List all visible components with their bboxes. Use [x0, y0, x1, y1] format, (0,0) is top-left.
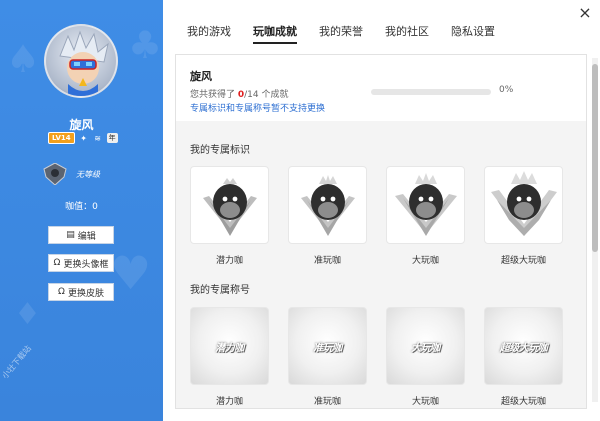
wifi-icon: ≋ [94, 133, 101, 143]
change-skin-label: 更换皮肤 [67, 288, 104, 299]
year-badge: 年 [106, 133, 118, 143]
headset-icon: Ω [58, 287, 65, 297]
rank-row: 无等级 [42, 163, 100, 185]
title-image: 大玩咖 [386, 307, 465, 385]
main-area: 我的游戏 玩咖成就 我的荣誉 我的社区 隐私设置 × 旋风 您共获得了 0/14… [163, 0, 600, 421]
title-image: 潜力咖 [190, 307, 269, 385]
title-label: 潜力咖 [215, 397, 243, 407]
tab-privacy[interactable]: 隐私设置 [440, 24, 506, 46]
edit-button[interactable]: ▤ 编辑 [48, 226, 114, 244]
badge-tile[interactable]: 潜力咖 [190, 166, 269, 266]
penguin-badge-icon [202, 178, 257, 236]
tab-honors[interactable]: 我的荣誉 [308, 24, 374, 46]
change-skin-button[interactable]: Ω 更换皮肤 [48, 283, 114, 301]
summary-username: 旋风 [190, 70, 212, 83]
edit-icon: ▤ [66, 230, 75, 240]
user-badges: LV14 ✦ ≋ 年 [48, 132, 118, 144]
penguin-badge-icon [300, 175, 355, 236]
tab-bar: 我的游戏 玩咖成就 我的荣誉 我的社区 隐私设置 [163, 24, 506, 46]
count-suffix: /14 个成就 [244, 90, 289, 100]
count-prefix: 您共获得了 [190, 90, 238, 100]
close-icon[interactable]: × [578, 5, 592, 21]
title-label: 超级大玩咖 [500, 397, 546, 407]
rank-text: 无等级 [76, 169, 100, 179]
vip-star-icon: ✦ [80, 133, 87, 143]
badge-image [190, 166, 269, 244]
section-title-titles: 我的专属称号 [190, 285, 250, 296]
section-title-badges: 我的专属标识 [190, 145, 250, 156]
penguin-badge-icon [394, 173, 457, 236]
achievement-summary: 旋风 您共获得了 0/14 个成就 专属标识和专属称号暂不支持更换 0% [176, 55, 586, 121]
summary-note: 专属标识和专属称号暂不支持更换 [190, 104, 326, 114]
profile-sidebar: ♠ ♣ ♥ ♦ 旋风 LV14 ✦ ≋ 年 无等级 咖值：0 ▤ 编辑 Ω 更换… [0, 0, 163, 421]
decor-heart-icon: ♥ [110, 246, 152, 300]
title-image: 准玩咖 [288, 307, 367, 385]
badge-label: 大玩咖 [411, 256, 439, 266]
badge-tile[interactable]: 超级大玩咖 [484, 166, 563, 266]
penguin-badge-icon [490, 171, 557, 236]
watermark: 小壮下载站 [0, 343, 33, 381]
username: 旋风 [69, 118, 94, 132]
title-badge-text: 潜力咖 [215, 342, 244, 354]
tab-community[interactable]: 我的社区 [374, 24, 440, 46]
scrollbar[interactable] [592, 58, 598, 402]
headset-icon: Ω [53, 258, 61, 268]
tab-achievements[interactable]: 玩咖成就 [242, 24, 308, 46]
achievement-progress-bar [371, 89, 491, 95]
scrollbar-thumb[interactable] [592, 64, 598, 252]
title-image: 超级大玩咖 [484, 307, 563, 385]
avatar-character-icon [59, 30, 109, 96]
change-avatar-frame-button[interactable]: Ω 更换头像框 [48, 254, 114, 272]
decor-club-icon: ♣ [128, 23, 163, 67]
title-tile[interactable]: 大玩咖 大玩咖 [386, 307, 465, 407]
change-avatar-frame-label: 更换头像框 [63, 259, 109, 270]
title-tile[interactable]: 潜力咖 潜力咖 [190, 307, 269, 407]
avatar[interactable] [44, 24, 118, 98]
badge-image [484, 166, 563, 244]
title-tile[interactable]: 准玩咖 准玩咖 [288, 307, 367, 407]
badge-tiles: 潜力咖 准玩咖 大玩咖 超级大玩咖 [190, 166, 563, 266]
badge-label: 准玩咖 [313, 256, 341, 266]
badge-tile[interactable]: 大玩咖 [386, 166, 465, 266]
title-tile[interactable]: 超级大玩咖 超级大玩咖 [484, 307, 563, 407]
achievements-panel: 旋风 您共获得了 0/14 个成就 专属标识和专属称号暂不支持更换 0% 我的专… [175, 54, 587, 409]
tab-my-games[interactable]: 我的游戏 [163, 24, 242, 46]
decor-spade-icon: ♠ [6, 37, 41, 81]
title-tiles: 潜力咖 潜力咖 准玩咖 准玩咖 大玩咖 大玩咖 超级大玩咖 超级大玩咖 [190, 307, 563, 407]
coffee-value: 咖值：0 [65, 202, 98, 212]
decor-diamond-icon: ♦ [14, 297, 41, 332]
title-badge-text: 超级大玩咖 [499, 342, 548, 354]
badge-tile[interactable]: 准玩咖 [288, 166, 367, 266]
title-label: 准玩咖 [313, 397, 341, 407]
badge-image [288, 166, 367, 244]
rank-emblem-icon [43, 163, 67, 185]
title-badge-text: 准玩咖 [313, 342, 342, 354]
badge-image [386, 166, 465, 244]
title-label: 大玩咖 [411, 397, 439, 407]
badge-label: 超级大玩咖 [500, 256, 546, 266]
progress-percent: 0% [499, 85, 514, 95]
badge-label: 潜力咖 [215, 256, 243, 266]
edit-button-label: 编辑 [77, 231, 96, 242]
level-badge: LV14 [48, 132, 75, 144]
title-badge-text: 大玩咖 [411, 342, 440, 354]
